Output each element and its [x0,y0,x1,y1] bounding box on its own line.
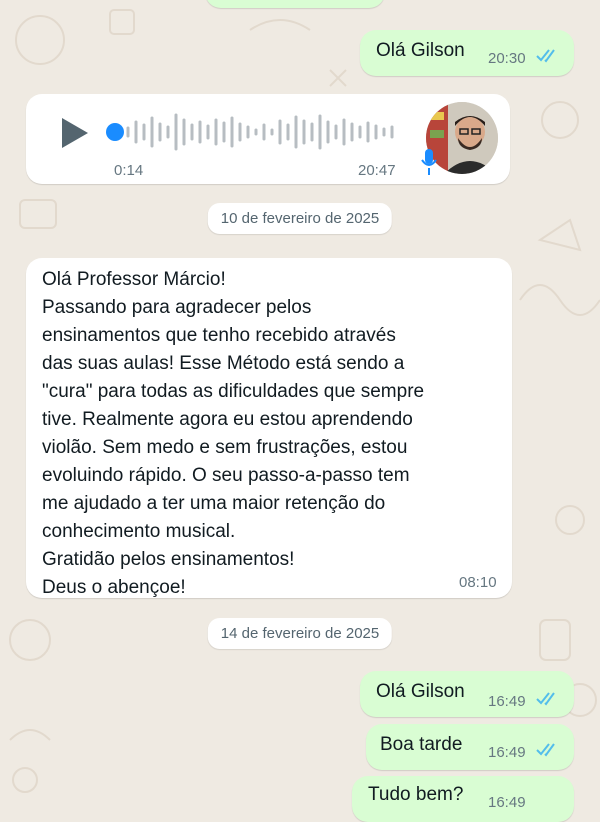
date-separator: 14 de fevereiro de 2025 [207,618,393,649]
message-time: 20:30 [488,50,526,67]
play-icon[interactable] [56,116,90,150]
message-time: 16:49 [488,794,526,811]
double-check-icon [536,692,555,706]
voice-duration: 0:14 [114,162,144,179]
message-text: Olá Gilson [376,40,465,61]
double-check-icon [536,49,555,63]
message-time: 08:10 [459,574,497,591]
voice-progress-thumb[interactable] [106,123,124,141]
microphone-icon [421,149,437,175]
message-text: Tudo bem? [368,784,464,805]
message-time: 16:49 [488,744,526,761]
message-text: Boa tarde [380,734,463,755]
date-separator: 10 de fevereiro de 2025 [207,203,393,234]
partial-message-bubble [205,0,385,8]
double-check-icon [536,743,555,757]
incoming-message-bubble[interactable]: Olá Professor Márcio! Passando para agra… [26,258,512,598]
message-time: 20:47 [358,162,396,179]
outgoing-message-bubble[interactable]: Olá Gilson 16:49 [360,671,574,717]
outgoing-message-bubble[interactable]: Boa tarde 16:49 [366,724,574,770]
voice-message-bubble[interactable]: 0:14 20:47 [26,94,510,184]
outgoing-message-bubble[interactable]: Olá Gilson 20:30 [360,30,574,76]
message-time: 16:49 [488,693,526,710]
message-text: Olá Gilson [376,681,465,702]
message-text: Olá Professor Márcio! Passando para agra… [42,269,425,598]
outgoing-message-bubble[interactable]: Tudo bem? 16:49 [352,776,574,822]
voice-waveform[interactable] [124,112,396,152]
